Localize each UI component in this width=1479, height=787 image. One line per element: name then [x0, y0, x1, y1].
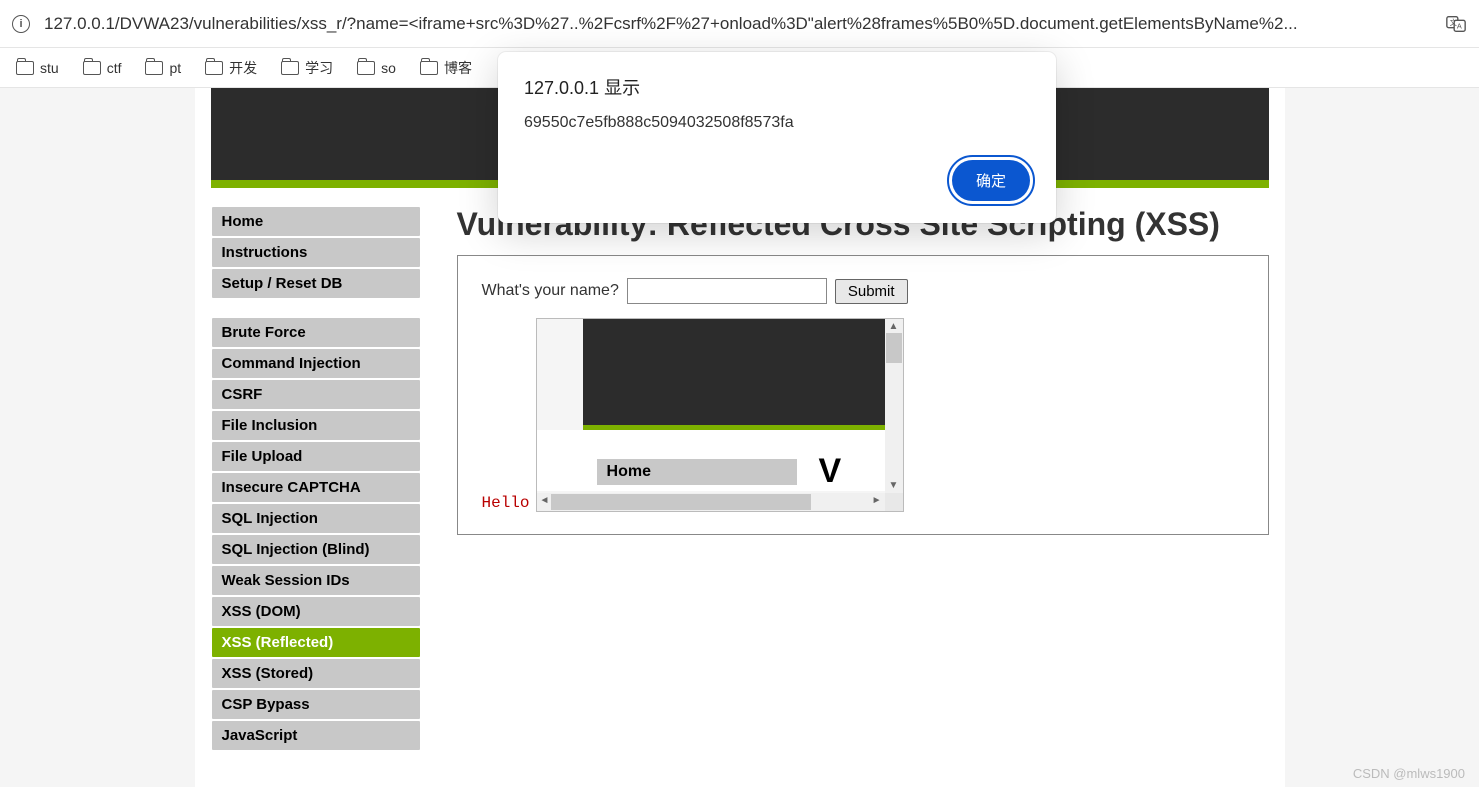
folder-icon	[357, 61, 375, 75]
sidebar-item-setup[interactable]: Setup / Reset DB	[211, 268, 421, 299]
bookmark-pt[interactable]: pt	[135, 56, 191, 80]
sidebar-item-javascript[interactable]: JavaScript	[211, 720, 421, 751]
name-form: What's your name? Submit	[482, 278, 1244, 304]
injected-iframe[interactable]: Home V ▲▼ ◄►	[536, 318, 904, 512]
hello-text: Hello	[482, 494, 530, 512]
svg-text:A: A	[1457, 21, 1462, 30]
address-bar: i 127.0.0.1/DVWA23/vulnerabilities/xss_r…	[0, 0, 1479, 48]
iframe-scroll-corner	[885, 493, 903, 511]
iframe-content: Home V	[537, 319, 885, 493]
bookmark-label: so	[381, 60, 396, 76]
sidebar-item-instructions[interactable]: Instructions	[211, 237, 421, 268]
iframe-sidebar-home[interactable]: Home	[597, 459, 797, 485]
alert-dialog: 127.0.0.1 显示 69550c7e5fb888c5094032508f8…	[498, 52, 1056, 223]
bookmark-study[interactable]: 学习	[271, 54, 343, 82]
sidebar-item-captcha[interactable]: Insecure CAPTCHA	[211, 472, 421, 503]
sidebar-item-sqli[interactable]: SQL Injection	[211, 503, 421, 534]
translate-icon[interactable]: 文A	[1445, 13, 1467, 35]
sidebar-item-sqli-blind[interactable]: SQL Injection (Blind)	[211, 534, 421, 565]
iframe-title-fragment: V	[819, 452, 842, 491]
alert-message: 69550c7e5fb888c5094032508f8573fa	[524, 114, 1030, 132]
sidebar-item-xss-stored[interactable]: XSS (Stored)	[211, 658, 421, 689]
main-content: Vulnerability: Reflected Cross Site Scri…	[457, 206, 1269, 769]
bookmark-label: 开发	[229, 58, 257, 78]
site-info-icon[interactable]: i	[12, 15, 30, 33]
bookmark-label: ctf	[107, 60, 122, 76]
submit-button[interactable]: Submit	[835, 279, 908, 304]
iframe-horizontal-scrollbar[interactable]: ◄►	[537, 493, 885, 511]
sidebar-item-weak-session[interactable]: Weak Session IDs	[211, 565, 421, 596]
sidebar-item-file-upload[interactable]: File Upload	[211, 441, 421, 472]
bookmark-label: 学习	[305, 58, 333, 78]
bookmark-so[interactable]: so	[347, 56, 406, 80]
folder-icon	[281, 61, 299, 75]
bookmark-dev[interactable]: 开发	[195, 54, 267, 82]
vulnerability-box: What's your name? Submit Hello Home	[457, 255, 1269, 535]
sidebar-item-brute-force[interactable]: Brute Force	[211, 317, 421, 348]
folder-icon	[205, 61, 223, 75]
name-label: What's your name?	[482, 282, 619, 300]
name-input[interactable]	[627, 278, 827, 304]
sidebar-item-home[interactable]: Home	[211, 206, 421, 237]
alert-title: 127.0.0.1 显示	[524, 74, 1030, 100]
sidebar-item-command-injection[interactable]: Command Injection	[211, 348, 421, 379]
folder-icon	[83, 61, 101, 75]
sidebar: Home Instructions Setup / Reset DB Brute…	[211, 206, 421, 769]
sidebar-item-csrf[interactable]: CSRF	[211, 379, 421, 410]
sidebar-group-main: Home Instructions Setup / Reset DB	[211, 206, 421, 299]
output-row: Hello Home V ▲▼ ◄►	[482, 318, 1244, 512]
bookmark-label: 博客	[444, 58, 472, 78]
bookmark-blog[interactable]: 博客	[410, 54, 482, 82]
sidebar-item-csp[interactable]: CSP Bypass	[211, 689, 421, 720]
folder-icon	[145, 61, 163, 75]
iframe-header-banner	[583, 319, 885, 425]
iframe-vertical-scrollbar[interactable]: ▲▼	[885, 319, 903, 493]
folder-icon	[16, 61, 34, 75]
sidebar-item-file-inclusion[interactable]: File Inclusion	[211, 410, 421, 441]
watermark: CSDN @mlws1900	[1353, 766, 1465, 781]
bookmark-label: pt	[169, 60, 181, 76]
alert-ok-button[interactable]: 确定	[952, 160, 1030, 201]
bookmark-ctf[interactable]: ctf	[73, 56, 132, 80]
sidebar-item-xss-reflected[interactable]: XSS (Reflected)	[211, 627, 421, 658]
sidebar-group-vulns: Brute Force Command Injection CSRF File …	[211, 317, 421, 751]
bookmark-stu[interactable]: stu	[6, 56, 69, 80]
sidebar-item-xss-dom[interactable]: XSS (DOM)	[211, 596, 421, 627]
folder-icon	[420, 61, 438, 75]
url-text[interactable]: 127.0.0.1/DVWA23/vulnerabilities/xss_r/?…	[44, 14, 1435, 34]
bookmark-label: stu	[40, 60, 59, 76]
